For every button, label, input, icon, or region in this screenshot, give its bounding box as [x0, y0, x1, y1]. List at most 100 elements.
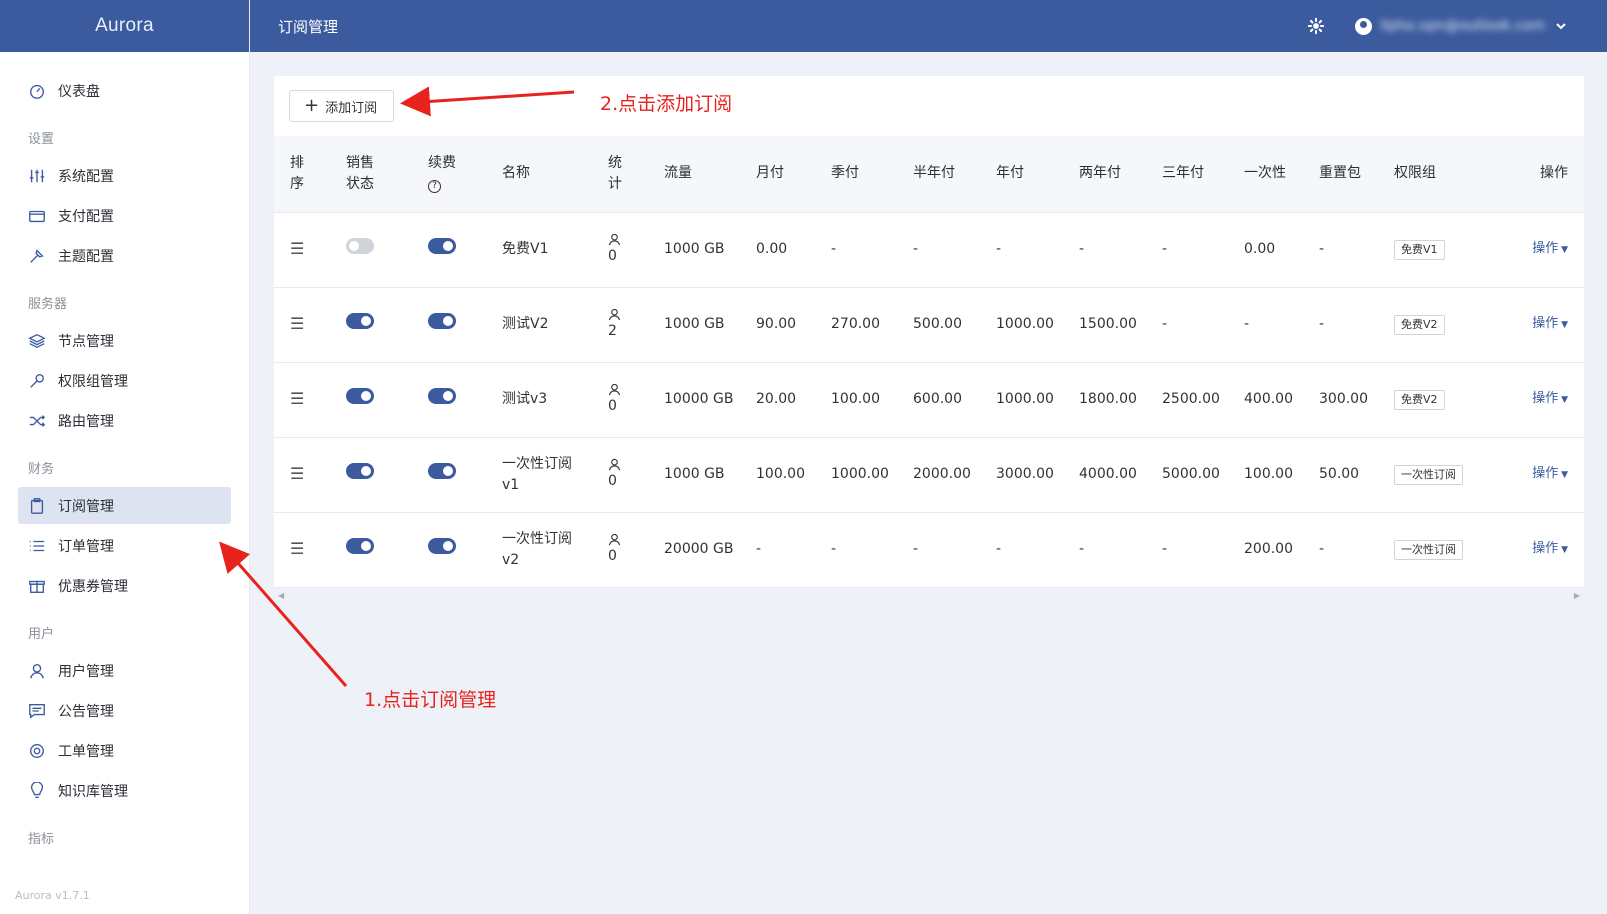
horizontal-scrollbar[interactable]: ◀ ▶	[274, 588, 1584, 604]
quarterly-cell: -	[815, 512, 897, 588]
actions-dropdown[interactable]: 操作	[1532, 316, 1568, 331]
onetime-cell: 400.00	[1228, 362, 1303, 438]
stats-cell: 0	[592, 212, 648, 288]
scroll-left-icon[interactable]: ◀	[278, 591, 284, 600]
avatar-icon	[1355, 17, 1373, 35]
drag-handle-icon[interactable]: ☰	[290, 539, 304, 558]
sidebar-item-system-config[interactable]: 系统配置	[18, 157, 231, 194]
actions-dropdown[interactable]: 操作	[1532, 241, 1568, 256]
drag-cell: ☰	[274, 512, 330, 588]
sidebar-item-nodes[interactable]: 节点管理	[18, 322, 231, 359]
actions-dropdown[interactable]: 操作	[1532, 541, 1568, 556]
sidebar-item-users[interactable]: 用户管理	[18, 652, 231, 689]
sidebar-item-tickets[interactable]: 工单管理	[18, 732, 231, 769]
col-permission-group: 权限组	[1378, 136, 1478, 213]
sidebar-item-label: 路由管理	[58, 413, 114, 430]
sidebar-item-label: 公告管理	[58, 703, 114, 720]
sidebar-item-orders[interactable]: 订单管理	[18, 527, 231, 564]
sidebar-item-label: 权限组管理	[58, 373, 128, 390]
sale-status-cell	[330, 362, 412, 438]
renew-cell	[412, 212, 486, 288]
sidebar-item-label: 仪表盘	[58, 83, 100, 100]
col-name: 名称	[486, 136, 592, 213]
stats-cell: 0	[592, 512, 648, 588]
gift-icon	[28, 577, 46, 595]
sidebar-item-coupons[interactable]: 优惠券管理	[18, 567, 231, 604]
traffic-cell: 10000 GB	[648, 362, 740, 438]
message-icon	[28, 702, 46, 720]
renew-cell	[412, 512, 486, 588]
actions-cell: 操作	[1478, 362, 1584, 438]
clipboard-icon	[28, 497, 46, 515]
sidebar-item-theme-config[interactable]: 主题配置	[18, 237, 231, 274]
sale-status-toggle[interactable]	[346, 238, 374, 254]
sidebar-item-label: 支付配置	[58, 208, 114, 225]
table-header-row: 排序 销售状态 续费 ? 名称 统计 流量 月付 季付 半年付 年付 两年付 三…	[274, 136, 1584, 213]
sidebar-item-label: 节点管理	[58, 333, 114, 350]
drag-cell: ☰	[274, 287, 330, 363]
renew-toggle[interactable]	[428, 238, 456, 254]
monthly-cell: 90.00	[740, 287, 815, 363]
col-sale-status: 销售状态	[330, 136, 412, 213]
table-row: ☰ 免费V1 0 1000 GB 0.00- - - - -0.00- 免费V1 操作	[274, 212, 1584, 288]
renew-toggle[interactable]	[428, 538, 456, 554]
bulb-icon	[28, 781, 46, 800]
drag-handle-icon[interactable]: ☰	[290, 314, 304, 333]
help-icon[interactable]: ?	[428, 179, 441, 193]
list-icon	[28, 537, 46, 555]
sliders-icon	[28, 167, 46, 185]
renew-toggle[interactable]	[428, 313, 456, 329]
sidebar-item-payment-config[interactable]: 支付配置	[18, 197, 231, 234]
renew-toggle[interactable]	[428, 388, 456, 404]
sidebar-item-routes[interactable]: 路由管理	[18, 402, 231, 439]
sidebar-item-dashboard[interactable]: 仪表盘	[18, 72, 231, 109]
table-row: ☰ 测试V2 2 1000 GB 90.00 270.00 500.00 1000.00 150…	[274, 287, 1584, 363]
col-sort: 排序	[274, 136, 330, 213]
renew-toggle[interactable]	[428, 463, 456, 479]
quarterly-cell: -	[815, 212, 897, 288]
sidebar-item-notices[interactable]: 公告管理	[18, 692, 231, 729]
permission-group-cell: 免费V2	[1378, 287, 1478, 363]
sidebar-item-permission-groups[interactable]: 权限组管理	[18, 362, 231, 399]
scroll-right-icon[interactable]: ▶	[1574, 591, 1580, 600]
actions-cell: 操作	[1478, 287, 1584, 363]
sale-status-toggle[interactable]	[346, 388, 374, 404]
sale-status-toggle[interactable]	[346, 313, 374, 329]
two-year-cell: 1500.00	[1063, 287, 1146, 363]
group-title-settings: 设置	[28, 132, 55, 147]
quarterly-cell: 1000.00	[815, 437, 897, 513]
sidebar-item-label: 工单管理	[58, 743, 114, 760]
drag-handle-icon[interactable]: ☰	[290, 464, 304, 483]
actions-dropdown[interactable]: 操作	[1532, 391, 1568, 406]
permission-group-tag: 一次性订阅	[1394, 465, 1463, 485]
two-year-cell: -	[1063, 512, 1146, 588]
renew-cell	[412, 362, 486, 438]
sale-status-toggle[interactable]	[346, 538, 374, 554]
actions-dropdown[interactable]: 操作	[1532, 466, 1568, 481]
quarterly-cell: 100.00	[815, 362, 897, 438]
add-subscription-button[interactable]: + 添加订阅	[289, 90, 395, 122]
monthly-cell: 0.00	[740, 212, 815, 288]
col-yearly: 年付	[980, 136, 1063, 213]
user-count-icon	[608, 383, 621, 395]
stats-cell: 0	[592, 437, 648, 513]
yearly-cell: 1000.00	[980, 287, 1063, 363]
top-header: 订阅管理 lipho.vpn@outlook.com	[250, 0, 1607, 52]
sidebar-item-subscriptions[interactable]: 订阅管理	[18, 487, 231, 524]
sidebar-item-label: 用户管理	[58, 663, 114, 680]
group-title-metrics: 指标	[28, 832, 55, 847]
sale-status-toggle[interactable]	[346, 463, 374, 479]
sidebar-item-knowledge[interactable]: 知识库管理	[18, 772, 231, 809]
brand-logo[interactable]: Aurora	[0, 0, 249, 52]
onetime-cell: 200.00	[1228, 512, 1303, 588]
yearly-cell: -	[980, 512, 1063, 588]
drag-handle-icon[interactable]: ☰	[290, 239, 304, 258]
col-three-year: 三年付	[1146, 136, 1228, 213]
two-year-cell: 4000.00	[1063, 437, 1146, 513]
yearly-cell: -	[980, 212, 1063, 288]
drag-handle-icon[interactable]: ☰	[290, 389, 304, 408]
user-menu[interactable]: lipho.vpn@outlook.com	[1355, 17, 1567, 35]
theme-toggle-icon[interactable]	[1307, 17, 1325, 35]
subscription-card: + 添加订阅 排序 销售状态 续费 ? 名称 统计 流量 月付 季付 半年付 年…	[274, 76, 1584, 600]
col-reset-pack: 重置包	[1303, 136, 1378, 213]
